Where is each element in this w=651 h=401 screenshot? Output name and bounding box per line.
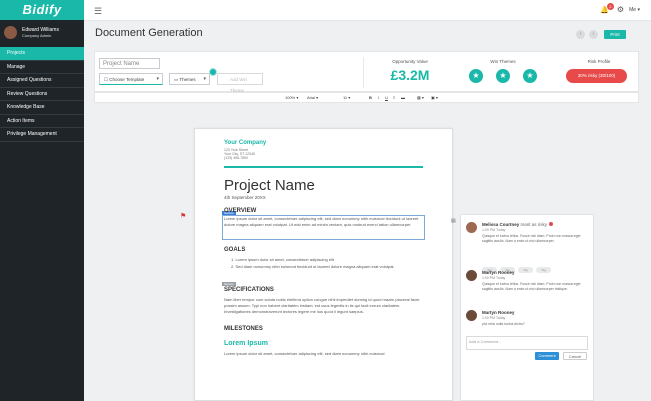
table-icon[interactable]: ▦ ▾ (417, 95, 424, 100)
align-icon[interactable]: ≡ (393, 95, 395, 100)
milestones-heading: MILESTONES (224, 326, 263, 332)
avatar (4, 26, 17, 39)
author-name: Martyn Rooney (482, 270, 515, 275)
opportunity-value: £3.2M (390, 67, 430, 83)
doc-address: 123 Your Street Your City, ST 12345 (123… (224, 148, 255, 160)
sidebar-item-knowledge-base[interactable]: Knowledge Base (0, 101, 84, 115)
section-tag[interactable]: Section (222, 282, 237, 286)
tag-button[interactable]: Tag (518, 267, 533, 273)
bold-button[interactable]: B (369, 95, 372, 100)
goals-heading: GOALS (224, 247, 246, 253)
chevron-right-icon[interactable]: › (589, 30, 598, 39)
submit-comment-button[interactable]: Comment (535, 352, 559, 360)
zoom-select[interactable]: 100% ▾ (285, 95, 298, 100)
sidebar-nav: Projects Manage Assigned Questions Revie… (0, 47, 84, 142)
author-name: Martyn Rooney (482, 310, 515, 315)
milestones-text: Lorem ipsum dolor sit amet, consectetuer… (224, 351, 385, 356)
comment-time: 1:00 PM Today (482, 228, 506, 232)
avatar (466, 222, 477, 233)
star-icon[interactable]: ★ (469, 69, 483, 83)
font-select[interactable]: Arial ▾ (307, 95, 318, 100)
cancel-button[interactable]: Cancel (563, 352, 587, 360)
chevron-down-icon: ▾ (156, 76, 159, 82)
avatar (466, 270, 477, 281)
user-role: Company Admin (22, 33, 52, 38)
star-icon[interactable]: ★ (496, 69, 510, 83)
font-size-select[interactable]: 11 ▾ (343, 95, 350, 100)
page-title: Document Generation (95, 27, 203, 39)
star-icon[interactable]: ★ (523, 69, 537, 83)
divider (363, 57, 364, 88)
sidebar-item-action-items[interactable]: Action Items (0, 115, 84, 128)
document-page[interactable]: Your Company 123 Your Street Your City, … (194, 128, 453, 401)
add-theme-icon[interactable] (209, 68, 217, 76)
comment-time: 1:00 PM Today (482, 276, 506, 280)
comment-text: Quisque et luctus tellus. Fusce nisi dia… (482, 234, 581, 243)
doc-rule (224, 166, 423, 168)
me-label: Me (629, 7, 637, 13)
topbar: ☰ 🔔 2 ⚙ Me ▾ (84, 0, 651, 21)
sidebar-item-projects[interactable]: Projects (0, 47, 84, 61)
chevron-down-icon: ▾ (203, 76, 206, 82)
font-value: Arial (307, 95, 316, 100)
overview-text: Lorem ipsum dolor sit amet, consectetuer… (224, 216, 419, 227)
sidebar: Bidify Edward Williams Company Admin Pro… (0, 0, 84, 401)
sidebar-item-privilege-management[interactable]: Privilege Management (0, 128, 84, 142)
doc-date: 4th September 20XX (224, 195, 266, 200)
goal-item: 2. Sed diam nonummy nibh euismod tincidu… (231, 264, 395, 269)
specifications-text: Nam liber tempor cum soluta nobis eleife… (224, 297, 420, 314)
gear-icon[interactable]: ⚙ (617, 5, 624, 14)
specifications-heading: SPECIFICATIONS (224, 287, 274, 293)
themes-dropdown[interactable]: ▭ Themes ▾ (169, 73, 210, 85)
comment-text: Quisque et luctus tellus. Fusce nisi dia… (482, 282, 581, 291)
doc-company: Your Company (224, 140, 267, 146)
menu-icon[interactable]: ☰ (94, 6, 102, 17)
sidebar-item-assigned-questions[interactable]: Assigned Questions (0, 74, 84, 88)
image-icon[interactable]: ▣ ▾ (431, 95, 438, 100)
risk-dot (549, 222, 554, 226)
choose-template-dropdown[interactable]: ☐ Choose Template ▾ (99, 73, 163, 85)
comment-text: pici nela nulla luctus dictro? (482, 322, 525, 326)
risk-badge[interactable]: 30% risky (30/100) (566, 69, 627, 83)
opportunity-label: Opportunity Value (392, 59, 428, 64)
zoom-value: 100% (285, 95, 296, 100)
font-size-value: 11 (343, 95, 348, 100)
user-card[interactable]: Edward Williams Company Admin (0, 20, 84, 45)
notification-badge: 2 (607, 3, 614, 10)
comment-action: marit as risky (520, 222, 548, 227)
me-menu[interactable]: Me ▾ (629, 7, 640, 13)
win-themes-label: Win Themes (490, 59, 516, 64)
sidebar-item-review-questions[interactable]: Review Questions (0, 88, 84, 101)
address-line: (123) 456-7890 (224, 156, 248, 160)
italic-button[interactable]: I (378, 95, 379, 100)
themes-label: Themes (179, 77, 196, 82)
flag-icon[interactable]: ⚑ (180, 212, 187, 220)
chevron-left-icon[interactable]: ‹ (576, 30, 585, 39)
lorem-subheading: Lorem Ipsum (224, 340, 268, 347)
print-button[interactable]: Print (604, 30, 626, 39)
project-info-bar: Project Name ☐ Choose Template ▾ ▭ Themes… (94, 51, 639, 93)
add-win-theme-input[interactable]: Add Win Theme (217, 73, 263, 93)
doc-title: Project Name (224, 177, 315, 194)
overview-heading: OVERVIEW (224, 208, 257, 214)
risk-profile-label: Risk Profile (587, 59, 611, 64)
underline-button[interactable]: U (385, 95, 388, 100)
goal-item: 1. Lorem ipsum dolor sit amet, consectet… (231, 257, 334, 262)
tag-button[interactable]: Tag (536, 267, 551, 273)
add-comment-input[interactable]: Add a Comment... (466, 336, 588, 350)
brand-logo[interactable]: Bidify (0, 0, 84, 20)
sidebar-item-manage[interactable]: Manage (0, 61, 84, 74)
color-icon[interactable]: ▬ (401, 95, 405, 100)
avatar (466, 310, 477, 321)
comment-icon[interactable]: ▤ (451, 218, 456, 224)
project-name-input[interactable]: Project Name (99, 58, 160, 69)
comments-panel: Melissa Courtney marit as risky 1:00 PM … (460, 214, 594, 401)
choose-template-label: Choose Template (109, 77, 145, 82)
author-name: Melissa Courtney (482, 222, 520, 227)
comment-time: 1:00 PM Today (482, 316, 506, 320)
editor-toolbar: 100% ▾ Arial ▾ 11 ▾ B I U ≡ ▬ ▦ ▾ ▣ ▾ (94, 92, 639, 103)
comment-author: Melissa Courtney marit as risky (482, 222, 554, 227)
